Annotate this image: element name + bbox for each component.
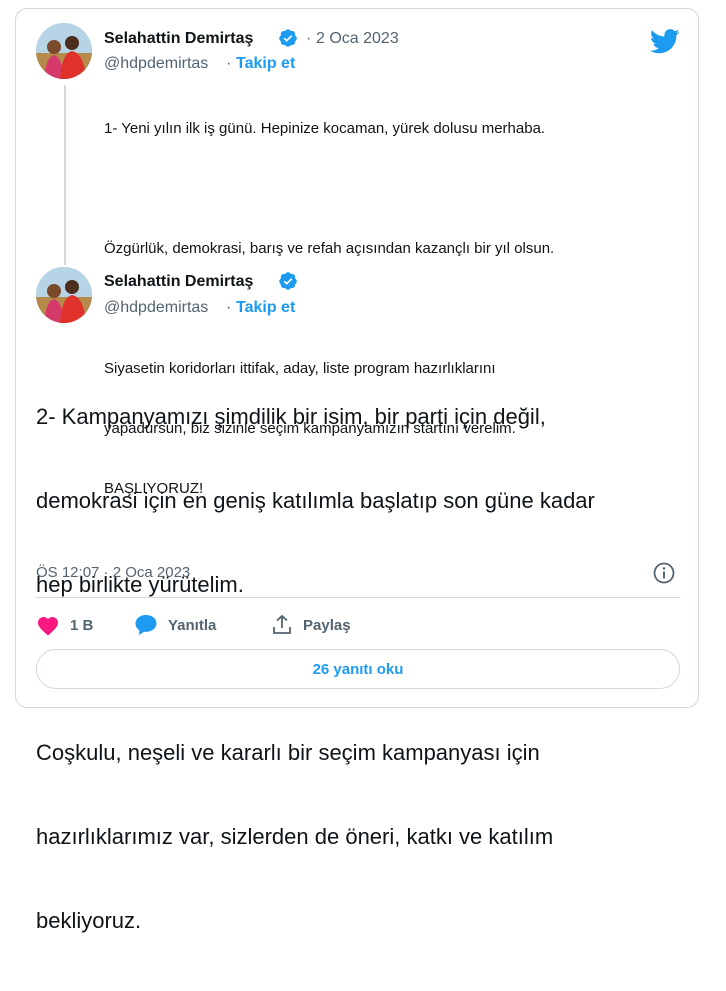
- tweet-timestamp[interactable]: ÖS 12:07 · 2 Oca 2023: [36, 564, 190, 581]
- tweet-text-line: 1- Yeni yılın ilk iş günü. Hepinize koca…: [104, 120, 546, 137]
- author-name[interactable]: Selahattin Demirtaş: [104, 273, 253, 291]
- reply-button[interactable]: Yanıtla: [134, 613, 216, 637]
- thread-connector-line: [64, 85, 66, 265]
- follow-link[interactable]: Takip et: [236, 299, 295, 317]
- tweet-text-line: Özgürlük, demokrasi, barış ve refah açıs…: [104, 240, 555, 257]
- verified-badge-icon: [279, 272, 297, 290]
- tweet-date[interactable]: 2 Oca 2023: [316, 30, 399, 48]
- tweet-text-line: bekliyoruz.: [36, 908, 142, 933]
- avatar[interactable]: [36, 267, 92, 323]
- share-label: Paylaş: [303, 616, 351, 634]
- avatar-photo-icon: [36, 23, 92, 79]
- tweet-text-line: Coşkulu, neşeli ve kararlı bir seçim kam…: [36, 740, 540, 765]
- read-replies-button[interactable]: 26 yanıtı oku: [36, 649, 680, 689]
- like-count: 1 B: [70, 616, 94, 634]
- author-handle[interactable]: @hdpdemirtas: [104, 55, 208, 73]
- author-name[interactable]: Selahattin Demirtaş: [104, 30, 253, 48]
- tweet-embed-card: Selahattin Demirtaş · 2 Oca 2023 @hdpdem…: [15, 8, 699, 933]
- info-icon[interactable]: [652, 561, 676, 585]
- like-button[interactable]: 1 B: [36, 613, 93, 637]
- divider: [36, 597, 680, 598]
- verified-badge-icon: [279, 29, 297, 47]
- share-button[interactable]: Paylaş: [271, 613, 351, 637]
- handle-separator: ·: [226, 55, 232, 72]
- avatar-photo-icon: [36, 267, 92, 323]
- read-replies-label: 26 yanıtı oku: [312, 660, 404, 678]
- tweet-separator: ·: [306, 30, 312, 47]
- reply-label: Yanıtla: [168, 616, 217, 634]
- share-icon: [273, 614, 291, 634]
- follow-link[interactable]: Takip et: [236, 55, 295, 73]
- reply-bubble-icon: [135, 615, 157, 635]
- tweet-text-line: hazırlıklarımız var, sizlerden de öneri,…: [36, 824, 554, 849]
- tweet-text-line: 2- Kampanyamızı şimdilik bir isim, bir p…: [36, 404, 546, 429]
- handle-separator: ·: [226, 299, 232, 316]
- author-handle[interactable]: @hdpdemirtas: [104, 299, 208, 317]
- tweet-text-line: demokrasi için en geniş katılımla başlat…: [36, 488, 595, 513]
- heart-icon: [38, 617, 58, 636]
- avatar[interactable]: [36, 23, 92, 79]
- twitter-bird-icon[interactable]: [650, 29, 680, 54]
